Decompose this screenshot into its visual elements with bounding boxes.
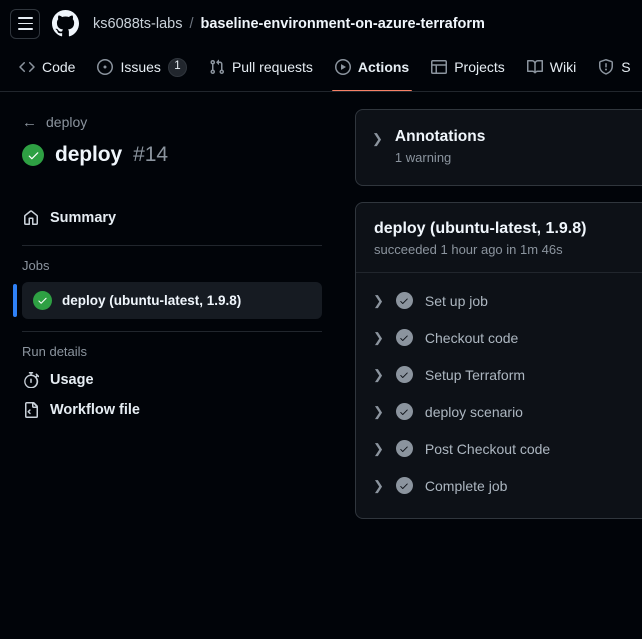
job-step-row[interactable]: ❯ Post Checkout code (356, 430, 642, 467)
tab-actions[interactable]: Actions (326, 51, 418, 91)
annotations-card[interactable]: ❯ Annotations 1 warning (355, 109, 642, 186)
job-step-row[interactable]: ❯ deploy scenario (356, 393, 642, 430)
tab-wiki-label: Wiki (549, 59, 577, 75)
sidebar-jobs-label: Jobs (22, 258, 50, 273)
check-circle-icon (395, 477, 413, 494)
git-pull-request-icon (209, 59, 225, 75)
job-step-label: Setup Terraform (424, 366, 526, 383)
chevron-right-icon[interactable]: ❯ (373, 368, 384, 381)
breadcrumb-separator: / (189, 15, 194, 32)
tab-issues-label: Issues (120, 59, 161, 75)
home-icon (22, 210, 39, 226)
book-icon (526, 59, 543, 75)
sidebar-divider-1 (22, 245, 322, 246)
breadcrumb-owner[interactable]: ks6088ts-labs (93, 16, 182, 32)
shield-icon (598, 59, 614, 75)
tab-wiki[interactable]: Wiki (518, 51, 585, 83)
check-circle-icon (395, 292, 413, 309)
tab-security-label: S (621, 59, 631, 75)
code-icon (19, 59, 35, 75)
job-step-row[interactable]: ❯ Checkout code (356, 319, 642, 356)
check-circle-icon (395, 366, 413, 383)
annotations-subtitle: 1 warning (394, 150, 452, 165)
job-step-label: Complete job (424, 477, 508, 494)
chevron-right-icon[interactable]: ❯ (372, 128, 383, 145)
job-step-row[interactable]: ❯ Complete job (356, 467, 642, 504)
job-steps-list: ❯ Set up job ❯ Checkout code ❯ Setup Ter… (356, 273, 642, 518)
tab-projects-label: Projects (454, 59, 505, 75)
sidebar-run-details-label: Run details (22, 344, 88, 359)
issues-count-badge: 1 (167, 57, 187, 77)
chevron-right-icon[interactable]: ❯ (373, 294, 384, 307)
tab-code-label: Code (42, 59, 76, 75)
issue-opened-icon (97, 59, 114, 75)
sidebar-divider-2 (22, 331, 322, 332)
chevron-right-icon[interactable]: ❯ (373, 479, 384, 492)
tab-issues[interactable]: Issues 1 (88, 51, 195, 83)
job-step-label: deploy scenario (424, 403, 523, 420)
app-header: ks6088ts-labs / baseline-environment-on-… (0, 0, 642, 47)
workflow-file-icon (22, 402, 39, 418)
run-title: deploy #14 (22, 143, 322, 167)
job-details-card: deploy (ubuntu-latest, 1.9.8) succeeded … (355, 202, 642, 519)
github-logo-icon[interactable] (52, 10, 79, 37)
job-step-row[interactable]: ❯ Set up job (356, 282, 642, 319)
sidebar-item-usage[interactable]: Usage (22, 365, 322, 395)
page-body: ← deploy deploy #14 Summary Jobs deploy … (0, 92, 642, 639)
sidebar-item-summary-label: Summary (50, 210, 117, 226)
sidebar-item-workflow-file-label: Workflow file (50, 402, 140, 418)
tab-actions-label: Actions (357, 59, 410, 75)
chevron-right-icon[interactable]: ❯ (373, 442, 384, 455)
back-link-label: deploy (46, 114, 88, 130)
job-step-label: Set up job (424, 292, 488, 309)
run-number: #14 (133, 143, 169, 166)
job-name: deploy (ubuntu-latest, 1.9.8) (374, 220, 587, 237)
run-sidebar: ← deploy deploy #14 Summary Jobs deploy … (0, 92, 340, 425)
job-step-row[interactable]: ❯ Setup Terraform (356, 356, 642, 393)
page-title: deploy (55, 143, 123, 166)
sidebar-job-label: deploy (ubuntu-latest, 1.9.8) (62, 293, 242, 308)
tab-pull-requests-label: Pull requests (231, 59, 313, 75)
arrow-left-icon: ← (22, 113, 37, 131)
job-step-label: Checkout code (424, 329, 519, 346)
sidebar-item-usage-label: Usage (50, 372, 94, 388)
check-circle-icon (395, 403, 413, 420)
play-circle-icon (334, 59, 351, 75)
annotations-text-block: Annotations 1 warning (395, 128, 485, 165)
tab-pull-requests[interactable]: Pull requests (200, 51, 322, 83)
stopwatch-icon (22, 372, 39, 388)
check-circle-icon (395, 440, 413, 457)
check-circle-icon (395, 329, 413, 346)
run-main-content: ❯ Annotations 1 warning deploy (ubuntu-l… (340, 92, 642, 519)
job-step-label: Post Checkout code (424, 440, 551, 457)
job-status-meta: succeeded 1 hour ago in 1m 46s (374, 242, 563, 257)
breadcrumb: ks6088ts-labs / baseline-environment-on-… (93, 16, 485, 32)
tab-code[interactable]: Code (10, 51, 84, 83)
annotations-title: Annotations (394, 128, 486, 145)
chevron-right-icon[interactable]: ❯ (373, 331, 384, 344)
back-to-workflow-link[interactable]: ← deploy (22, 114, 322, 130)
table-icon (431, 59, 448, 75)
check-circle-fill-icon (22, 144, 44, 166)
breadcrumb-repo[interactable]: baseline-environment-on-azure-terraform (201, 16, 485, 32)
repo-nav: Code Issues 1 Pull requests Actions Proj… (0, 47, 642, 92)
sidebar-item-workflow-file[interactable]: Workflow file (22, 395, 322, 425)
hamburger-icon[interactable] (10, 8, 40, 39)
sidebar-item-summary[interactable]: Summary (22, 203, 322, 233)
tab-security[interactable]: S (589, 51, 639, 83)
check-circle-fill-icon (33, 291, 52, 310)
chevron-right-icon[interactable]: ❯ (373, 405, 384, 418)
sidebar-item-job-deploy[interactable]: deploy (ubuntu-latest, 1.9.8) (13, 282, 322, 319)
job-card-header: deploy (ubuntu-latest, 1.9.8) succeeded … (356, 203, 642, 273)
tab-projects[interactable]: Projects (422, 51, 514, 83)
